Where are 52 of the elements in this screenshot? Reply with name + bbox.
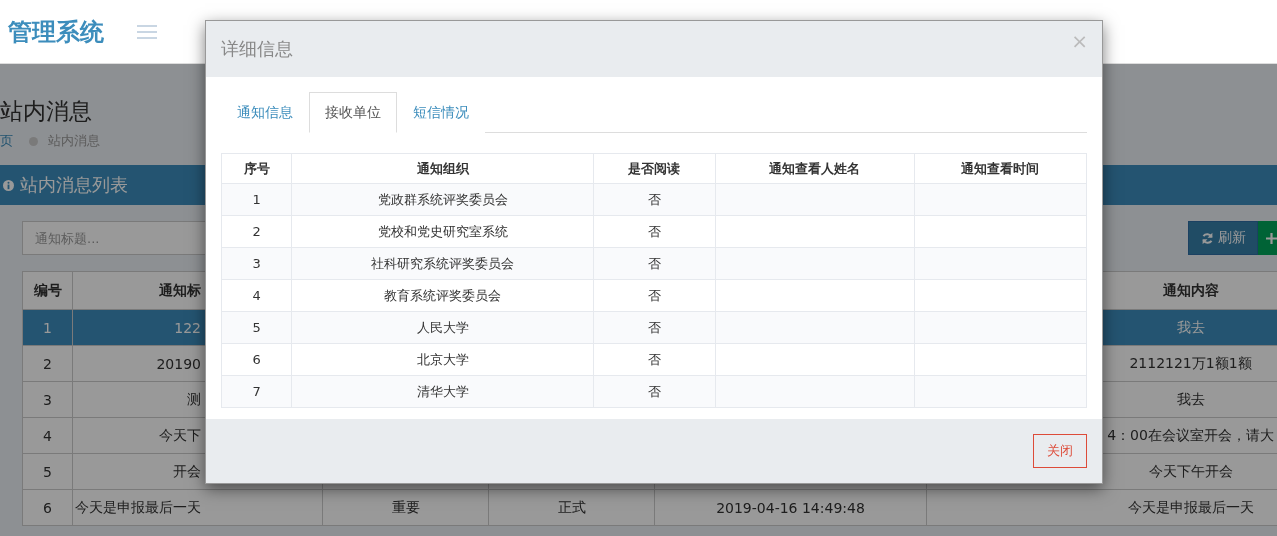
table-cell: 3: [22, 381, 73, 418]
table-cell: 3: [221, 247, 292, 280]
app-logo-text: 管理系统: [7, 16, 104, 48]
table-cell: 否: [593, 247, 716, 280]
table-cell: 否: [593, 183, 716, 216]
table-cell: 否: [593, 215, 716, 248]
column-header: 序号: [221, 153, 292, 184]
tab[interactable]: 接收单位: [309, 92, 397, 133]
table-cell: 1: [221, 183, 292, 216]
table-cell: 6: [221, 343, 292, 376]
refresh-icon: [1200, 231, 1214, 245]
table-cell: 否: [593, 375, 716, 408]
table-cell: 6: [22, 489, 73, 526]
table-cell: 清华大学: [291, 375, 594, 408]
table-cell: 1: [22, 309, 73, 346]
add-button[interactable]: [1258, 221, 1277, 255]
column-header: 编号: [22, 271, 73, 310]
menu-icon[interactable]: [137, 23, 157, 40]
refresh-button[interactable]: 刷新: [1188, 221, 1258, 255]
table-cell: 2: [22, 345, 73, 382]
column-header: 通知组织: [291, 153, 594, 184]
table-cell: 北京大学: [291, 343, 594, 376]
table-cell: 教育系统评奖委员会: [291, 279, 594, 312]
table-cell: 社科研究系统评奖委员会: [291, 247, 594, 280]
table-cell: 党政群系统评奖委员会: [291, 183, 594, 216]
dialog-title: 详细信息: [221, 37, 293, 61]
breadcrumb-link[interactable]: 页: [0, 132, 13, 150]
page-title: 站内消息: [0, 97, 92, 126]
plus-icon: [1266, 232, 1277, 244]
table-cell: 党校和党史研究室系统: [291, 215, 594, 248]
info-icon: [3, 179, 14, 191]
breadcrumb-separator-icon: [29, 136, 38, 146]
table-cell: 7: [221, 375, 292, 408]
table-cell: 人民大学: [291, 311, 594, 344]
table-cell: 4: [22, 417, 73, 454]
column-header: 通知查看人姓名: [715, 153, 915, 184]
table-cell: 否: [593, 311, 716, 344]
column-header: 通知查看时间: [914, 153, 1087, 184]
table-cell: 5: [22, 453, 73, 490]
close-button[interactable]: 关闭: [1033, 434, 1087, 468]
table-cell: 重要: [322, 489, 489, 526]
table-cell: 今天是申报最后一天: [72, 489, 323, 526]
table-cell: 2: [221, 215, 292, 248]
table-cell: 正式: [488, 489, 655, 526]
table-cell: 否: [593, 343, 716, 376]
table-cell: 2019-04-16 14:49:48: [654, 489, 927, 526]
table-cell: 否: [593, 279, 716, 312]
table-cell: 4: [221, 279, 292, 312]
table-row[interactable]: 6 今天是申报最后一天 重要 正式 2019-04-16 14:49:48 今天是申报最后一天: [22, 489, 1277, 526]
column-header: 是否阅读: [593, 153, 716, 184]
panel-title: 站内消息列表: [20, 173, 128, 197]
table-cell: 5: [221, 311, 292, 344]
